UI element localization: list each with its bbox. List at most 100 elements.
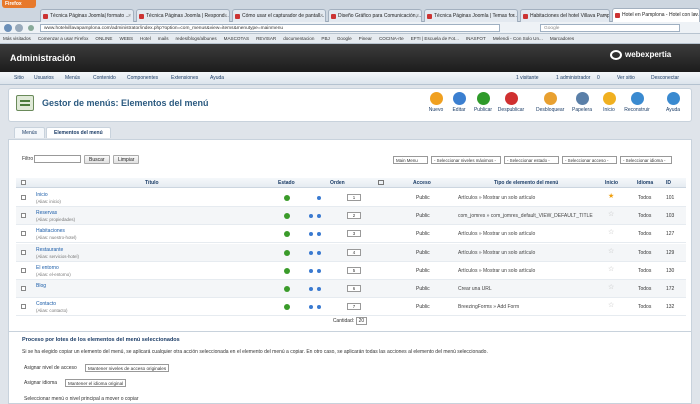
forward-icon[interactable] <box>15 24 23 32</box>
column-home[interactable]: Inicio <box>605 180 618 186</box>
bookmark-item[interactable]: Google <box>337 36 352 41</box>
column-order[interactable]: Orden <box>330 180 345 186</box>
row-checkbox[interactable] <box>21 267 26 273</box>
select-all-checkbox[interactable] <box>21 180 26 185</box>
move-down-icon[interactable] <box>309 250 313 255</box>
bookmark-item[interactable]: documentacion <box>283 36 314 41</box>
published-icon[interactable] <box>284 304 290 311</box>
move-up-icon[interactable] <box>317 232 321 237</box>
published-icon[interactable] <box>284 286 290 292</box>
menu-item-usuarios[interactable]: Usuarios <box>34 75 54 81</box>
toolbar-button-desbloquear[interactable]: Desbloquear <box>536 92 564 118</box>
order-input[interactable]: 3 <box>347 230 361 238</box>
tab-menus[interactable]: Menús <box>14 127 46 138</box>
menu-select[interactable]: Main Menu <box>393 156 428 164</box>
menu-item-componentes[interactable]: Componentes <box>127 75 158 81</box>
status-item[interactable]: Ver sitio <box>617 75 635 81</box>
row-checkbox[interactable] <box>21 249 26 255</box>
move-down-icon[interactable] <box>309 268 313 273</box>
browser-tab[interactable]: Técnica Páginas Joomla | Respond... × <box>136 9 230 22</box>
row-checkbox[interactable] <box>21 195 26 200</box>
browser-tab[interactable]: Diseño Gráfico para Comunicación,... × <box>328 9 422 22</box>
column-title[interactable]: Título <box>145 180 159 186</box>
item-title-link[interactable]: Restaurante <box>36 247 63 253</box>
published-icon[interactable] <box>284 213 290 220</box>
bookmark-item[interactable]: Comenzar a usar Firefox <box>38 36 89 41</box>
close-tab-icon[interactable]: × <box>604 13 607 19</box>
order-input[interactable]: 2 <box>347 212 361 220</box>
url-bar[interactable]: www.hotelvillavapamplona.com/administrat… <box>40 24 500 32</box>
home-star-icon[interactable]: ☆ <box>608 284 614 291</box>
home-star-icon[interactable]: ☆ <box>608 211 614 218</box>
browser-tab[interactable]: Técnica Páginas Joomla | Temas for... × <box>424 9 518 22</box>
status-select[interactable]: - Seleccionar estado - <box>504 156 559 164</box>
bookmark-item[interactable]: MASCOTAS <box>224 36 249 41</box>
order-input[interactable]: 7 <box>347 303 361 311</box>
home-star-icon[interactable]: ☆ <box>608 302 614 309</box>
toolbar-button-despublicar[interactable]: Despublicar <box>497 92 525 118</box>
published-icon[interactable] <box>284 249 290 256</box>
browser-tab[interactable]: Técnica Páginas Joomla| formato ... × <box>40 9 134 22</box>
column-language[interactable]: Idioma <box>637 180 653 186</box>
home-star-icon[interactable]: ★ <box>608 193 614 200</box>
bookmark-item[interactable]: REVISAR <box>256 36 276 41</box>
move-up-icon[interactable] <box>317 268 321 273</box>
order-input[interactable]: 6 <box>347 285 361 292</box>
menu-item-ayuda[interactable]: Ayuda <box>210 75 224 81</box>
home-star-icon[interactable]: ☆ <box>608 266 614 273</box>
browser-search-input[interactable]: Google <box>540 24 680 32</box>
item-title-link[interactable]: Habitaciones <box>36 228 65 234</box>
move-down-icon[interactable] <box>309 214 313 219</box>
order-input[interactable]: 5 <box>347 266 361 274</box>
column-type[interactable]: Tipo de elemento del menú <box>494 180 558 186</box>
bookmark-item[interactable]: Más visitados <box>3 36 31 41</box>
reload-icon[interactable] <box>28 25 34 31</box>
bookmark-item[interactable]: COCINA-rte <box>379 36 404 41</box>
browser-tab[interactable]: Cómo usar el capturador de pantall... × <box>232 9 326 22</box>
published-icon[interactable] <box>284 231 290 238</box>
firefox-menu-button[interactable]: Firefox <box>2 0 36 8</box>
move-up-icon[interactable] <box>317 287 321 291</box>
move-up-icon[interactable] <box>317 196 321 200</box>
toolbar-button-papelera[interactable]: Papelera <box>568 92 596 118</box>
move-down-icon[interactable] <box>309 305 313 310</box>
published-icon[interactable] <box>284 267 290 274</box>
menu-item-contenido[interactable]: Contenido <box>93 75 116 81</box>
bookmark-item[interactable]: Hotel <box>140 36 151 41</box>
bookmark-item[interactable]: Melendi - Con Solo Un... <box>493 36 543 41</box>
filter-input[interactable] <box>34 155 81 163</box>
home-star-icon[interactable]: ☆ <box>608 248 614 255</box>
published-icon[interactable] <box>284 195 290 201</box>
max-levels-select[interactable]: - Seleccionar niveles máximos - <box>431 156 501 164</box>
column-status[interactable]: Estado <box>278 180 295 186</box>
move-down-icon[interactable] <box>309 232 313 237</box>
search-button[interactable]: Buscar <box>84 155 110 164</box>
save-order-icon[interactable] <box>378 180 384 185</box>
order-input[interactable]: 4 <box>347 248 361 256</box>
bookmark-item[interactable]: Pinear <box>359 36 372 41</box>
back-icon[interactable] <box>4 24 12 32</box>
row-checkbox[interactable] <box>21 286 26 291</box>
order-input[interactable]: 1 <box>347 194 361 201</box>
close-tab-icon[interactable]: × <box>694 12 697 18</box>
column-access[interactable]: Acceso <box>413 180 431 186</box>
tab-menu-items[interactable]: Elementos del menú <box>46 127 111 138</box>
batch-language-select[interactable]: Mantener el idioma original <box>65 379 127 387</box>
bookmark-item[interactable]: PBJ <box>321 36 329 41</box>
close-tab-icon[interactable]: × <box>224 13 227 19</box>
home-star-icon[interactable]: ☆ <box>608 229 614 236</box>
move-up-icon[interactable] <box>317 250 321 255</box>
batch-access-select[interactable]: Mantener niveles de acceso originales <box>85 364 170 372</box>
status-item[interactable]: Desconectar <box>651 75 679 81</box>
item-title-link[interactable]: Blog <box>36 283 46 289</box>
row-checkbox[interactable] <box>21 231 26 237</box>
toolbar-button-inicio[interactable]: Inicio <box>595 92 623 118</box>
move-up-icon[interactable] <box>317 305 321 310</box>
close-tab-icon[interactable]: × <box>128 13 131 19</box>
toolbar-button-reconstruir[interactable]: Reconstruir <box>623 92 651 118</box>
bookmark-item[interactable]: INASFOT <box>466 36 486 41</box>
browser-tab[interactable]: Habitaciones del hotel Villava Pamp... × <box>520 9 610 22</box>
access-select[interactable]: - Seleccionar acceso - <box>562 156 617 164</box>
row-checkbox[interactable] <box>21 304 26 310</box>
item-title-link[interactable]: El entorno <box>36 265 59 271</box>
